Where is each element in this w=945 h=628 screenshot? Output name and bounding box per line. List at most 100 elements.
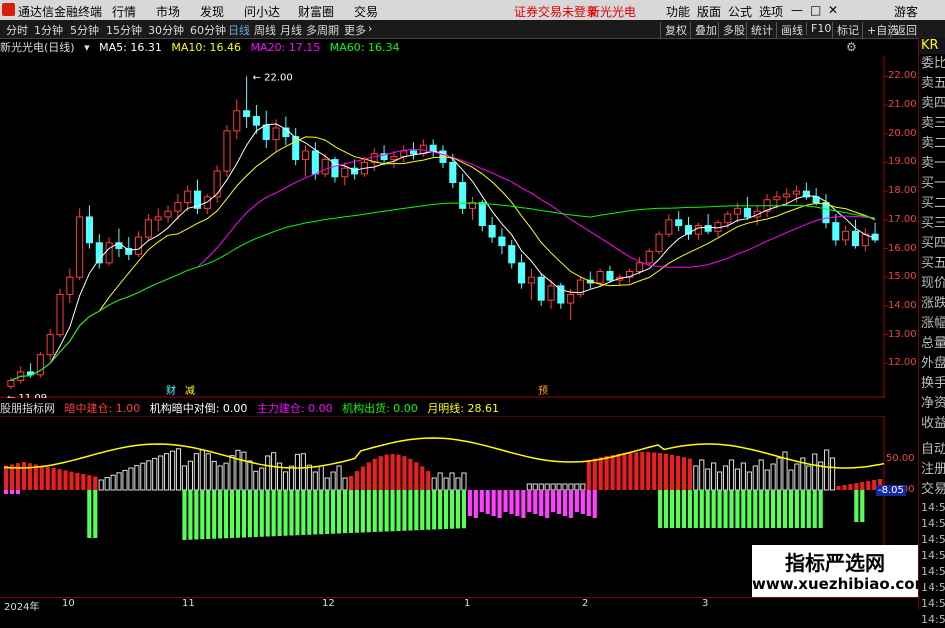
side-item: 卖二 — [921, 136, 945, 151]
tab-weekly[interactable]: 周线 — [254, 22, 276, 38]
maximize-icon[interactable]: □ — [810, 3, 821, 17]
event-mark: 预 — [538, 385, 548, 397]
tab-15min[interactable]: 15分钟 — [106, 22, 142, 38]
app-logo-icon — [2, 3, 15, 16]
menu-item-banmian[interactable]: 版面 — [697, 3, 721, 20]
candle-body — [596, 270, 604, 284]
chevron-right-icon[interactable]: › — [368, 22, 372, 35]
indicator-bar-red — [854, 483, 859, 490]
price-tick-label: 12.00 — [888, 357, 917, 369]
candle-body — [724, 213, 732, 224]
indicator-bar-red — [39, 465, 44, 490]
watermark-url: www.xuezhibiao.com — [752, 575, 931, 593]
side-auto-button[interactable]: 自动 — [919, 440, 945, 460]
candle-body — [184, 190, 192, 204]
indicator-bar-red — [664, 453, 669, 490]
close-icon[interactable]: ✕ — [828, 3, 838, 17]
indicator-bar-red — [681, 457, 686, 490]
tab-monthly[interactable]: 月线 — [280, 22, 302, 38]
indicator-bar-below — [551, 490, 556, 512]
menu-item-gongshi[interactable]: 公式 — [728, 3, 752, 20]
guest-button[interactable]: 游客 — [894, 3, 918, 20]
indicator-bar-below — [527, 490, 532, 512]
stats-button[interactable]: 统计 — [746, 22, 773, 38]
app-title: 通达信金融终端 — [18, 5, 103, 19]
indicator-bar-red — [396, 454, 401, 490]
side-item: 卖四 — [921, 96, 945, 111]
candle-body — [7, 380, 15, 387]
indicator-bar-below — [503, 490, 508, 512]
candle-body — [301, 150, 310, 161]
indicator-bar-below — [277, 490, 282, 536]
menu-item-faxian[interactable]: 发现 — [200, 3, 224, 20]
f10-button[interactable]: F10 — [806, 22, 831, 35]
side-trade-button[interactable]: 交易 — [919, 480, 945, 500]
menu-item-jiaoyi[interactable]: 交易 — [354, 3, 378, 20]
tab-1min[interactable]: 1分钟 — [34, 22, 63, 38]
indicator-bar-red — [354, 471, 359, 490]
multi-stock-button[interactable]: 多股 — [718, 22, 745, 38]
tab-5min[interactable]: 5分钟 — [70, 22, 99, 38]
high-price-label: ← 22.00 — [253, 72, 293, 83]
indicator-bar-below — [771, 490, 776, 528]
menu-item-caifuquan[interactable]: 财富圈 — [298, 3, 334, 20]
candle-body — [518, 262, 526, 284]
indicator-bar-red — [669, 454, 675, 490]
fuquan-button[interactable]: 复权 — [660, 22, 687, 38]
candle-body — [567, 293, 575, 304]
indicator-bar-red — [69, 471, 74, 490]
menu-item-gongneng[interactable]: 功能 — [666, 3, 690, 20]
indicator-bar-red — [836, 486, 841, 490]
menu-item-wenxiaoda[interactable]: 问小达 — [244, 3, 280, 20]
menu-item-hangqing[interactable]: 行情 — [112, 3, 136, 20]
indicator-bar-red — [604, 456, 609, 490]
indicator-bar-below — [664, 490, 669, 528]
side-item: 买二 — [921, 196, 945, 211]
indicator-bar-below — [15, 490, 21, 494]
candle-body — [675, 219, 683, 227]
candle-body — [56, 293, 64, 336]
candle-body — [213, 170, 221, 198]
dropdown-icon[interactable]: ▾ — [84, 41, 90, 54]
tab-30min[interactable]: 30分钟 — [148, 22, 184, 38]
mark-button[interactable]: 标记 — [832, 22, 859, 38]
price-tick-label: 17.00 — [888, 213, 917, 225]
indicator-item-2: 主力建仓: 0.00 — [256, 402, 333, 415]
minimize-icon[interactable]: — — [791, 3, 803, 17]
indicator-tick-50: 50.00 — [886, 453, 915, 464]
indicator-bar-below — [241, 490, 246, 538]
indicator-name[interactable]: 股朋指标网 — [0, 402, 55, 415]
tab-more[interactable]: 更多 — [344, 22, 366, 38]
indicator-bar-below — [669, 490, 675, 528]
candlestick-chart[interactable]: ← 22.00 ← 11.09 财减 预 — [0, 56, 918, 398]
date-label: 2 — [582, 598, 589, 609]
back-button[interactable]: 返回 — [890, 22, 917, 38]
event-mark: 减 — [185, 385, 195, 397]
menu-item-shichang[interactable]: 市场 — [156, 3, 180, 20]
login-warning[interactable]: 证券交易未登录 — [514, 3, 598, 20]
indicator-bar-red — [646, 452, 651, 490]
side-register-button[interactable]: 注册 — [919, 460, 945, 480]
candle-body — [527, 276, 535, 284]
indicator-bar-below — [307, 490, 312, 535]
draw-line-button[interactable]: 画线 — [776, 22, 803, 38]
indicator-bar-below — [372, 490, 377, 532]
side-time: 14:54 — [921, 549, 945, 562]
indicator-bar-below — [218, 490, 223, 539]
settings-gear-icon[interactable]: ⚙ — [846, 40, 857, 54]
overlay-button[interactable]: 叠加 — [690, 22, 717, 38]
low-price-label: ← 11.09 — [7, 393, 47, 398]
indicator-bar-below — [675, 490, 681, 528]
tab-60min[interactable]: 60分钟 — [190, 22, 226, 38]
candle-body — [694, 225, 702, 235]
indicator-bar-red — [93, 476, 98, 490]
indicator-bar-below — [414, 490, 419, 531]
tab-fenshi[interactable]: 分时 — [6, 22, 28, 38]
tab-daily[interactable]: 日线 — [228, 22, 250, 38]
menu-item-xuanxiang[interactable]: 选项 — [759, 3, 783, 20]
ma5-value: MA5: 16.31 — [99, 41, 162, 54]
indicator-bar-below — [384, 490, 389, 532]
indicator-bar-red — [87, 475, 92, 490]
indicator-bar-below — [188, 490, 193, 540]
tab-multi-period[interactable]: 多周期 — [306, 22, 339, 38]
